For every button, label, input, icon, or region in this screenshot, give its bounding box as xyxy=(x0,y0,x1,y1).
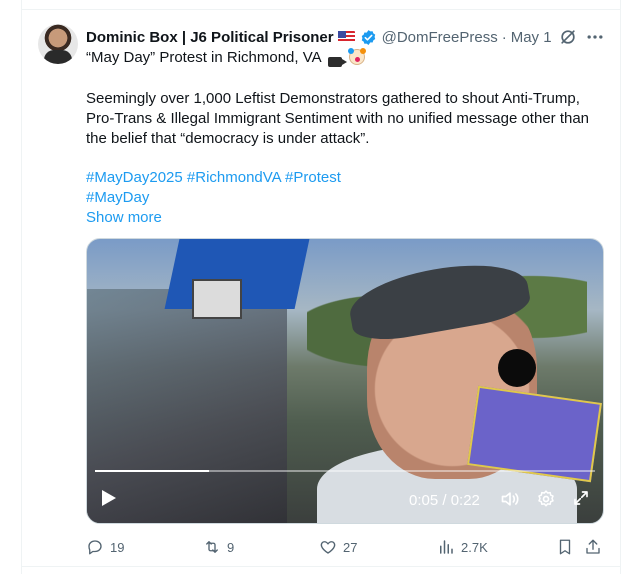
video-time: 0:05 / 0:22 xyxy=(409,492,480,509)
repost-icon xyxy=(206,541,218,553)
views-chart-icon xyxy=(440,540,453,554)
tweet-divider-bottom xyxy=(21,566,621,567)
us-flag-icon xyxy=(337,31,355,43)
tweet-date[interactable]: May 1 xyxy=(511,29,552,46)
volume-icon[interactable] xyxy=(499,489,521,509)
clown-face-icon xyxy=(348,48,366,65)
header-separator: · xyxy=(501,28,507,46)
video-censor-dot xyxy=(498,349,536,387)
reply-button[interactable]: 19 xyxy=(86,536,124,558)
like-heart-icon xyxy=(320,541,336,554)
video-crowd xyxy=(87,289,287,523)
hashtag-row: #MayDay xyxy=(86,188,149,208)
verified-badge-icon[interactable] xyxy=(360,29,377,46)
tweet-title-line: “May Day” Protest in Richmond, VA xyxy=(86,48,366,68)
timeline-border-left xyxy=(21,0,22,574)
author-avatar[interactable] xyxy=(38,24,78,64)
tweet-body-line: the belief that “democracy is under atta… xyxy=(86,130,370,147)
movie-camera-icon xyxy=(327,57,347,67)
video-progress-fill xyxy=(95,470,209,472)
video-purple-sign xyxy=(467,385,602,483)
repost-button[interactable]: 9 xyxy=(203,536,234,558)
like-button[interactable]: 27 xyxy=(319,536,357,558)
video-player[interactable]: 0:05 / 0:22 xyxy=(86,238,604,524)
hashtag-row: #MayDay2025 #RichmondVA #Protest xyxy=(86,168,341,188)
like-count: 27 xyxy=(343,539,358,555)
hashtag-richmondva[interactable]: #RichmondVA xyxy=(187,169,281,186)
hashtag-mayday[interactable]: #MayDay xyxy=(86,189,149,206)
tweet-header: Dominic Box | J6 Political Prisoner @Dom… xyxy=(86,27,606,47)
bookmark-button[interactable] xyxy=(556,536,580,558)
more-icon[interactable] xyxy=(585,27,605,47)
tweet-title-text: “May Day” Protest in Richmond, VA xyxy=(86,49,321,66)
author-handle[interactable]: @DomFreePress xyxy=(382,29,498,46)
fullscreen-icon[interactable] xyxy=(572,489,590,507)
timeline-border-right xyxy=(620,0,621,574)
tweet-divider-top xyxy=(21,9,621,10)
views-button[interactable]: 2.7K xyxy=(437,536,488,558)
settings-gear-icon[interactable] xyxy=(536,489,556,509)
share-icon xyxy=(586,539,600,554)
reply-count: 19 xyxy=(110,539,125,555)
tweet-body-line: Seemingly over 1,000 Leftist Demonstrato… xyxy=(86,90,580,107)
views-count: 2.7K xyxy=(461,539,488,555)
video-protest-sign xyxy=(192,279,242,319)
video-progress-bar[interactable] xyxy=(95,470,595,472)
tweet-body-line: Pro-Trans & Illegal Immigrant Sentiment … xyxy=(86,110,590,127)
bookmark-icon xyxy=(559,539,571,555)
grok-icon[interactable] xyxy=(558,27,578,47)
hashtag-protest[interactable]: #Protest xyxy=(285,169,341,186)
hashtag-mayday2025[interactable]: #MayDay2025 xyxy=(86,169,183,186)
reply-icon xyxy=(88,540,102,555)
share-button[interactable] xyxy=(584,536,608,558)
play-icon[interactable] xyxy=(101,489,117,507)
avatar-figure xyxy=(44,50,72,64)
show-more-link[interactable]: Show more xyxy=(86,208,162,228)
author-name[interactable]: Dominic Box | J6 Political Prisoner xyxy=(86,29,334,46)
repost-count: 9 xyxy=(227,539,235,555)
